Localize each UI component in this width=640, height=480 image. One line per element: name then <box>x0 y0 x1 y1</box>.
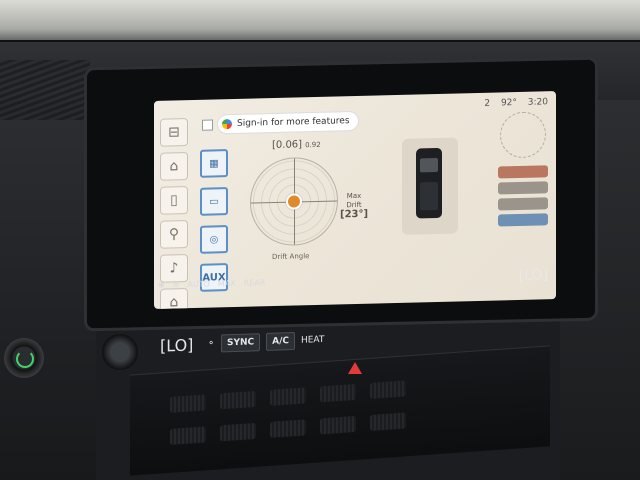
auto-button[interactable]: AUTO <box>187 279 210 289</box>
assistant-signin-chip[interactable]: Sign-in for more features <box>218 111 358 134</box>
info-pill-4 <box>498 213 548 227</box>
vehicle-icon[interactable]: ⊟ <box>160 118 188 147</box>
info-pill-1 <box>498 165 548 179</box>
seat-heat-icon[interactable]: ⚬ <box>207 339 215 349</box>
clock: 3:20 <box>527 97 548 108</box>
info-pill-2 <box>498 181 548 195</box>
left-air-vent <box>0 60 90 120</box>
trailer-icon[interactable]: ▭ <box>200 187 228 216</box>
max-drift-value: [23°] <box>340 208 369 221</box>
switch-9[interactable] <box>320 415 356 435</box>
target-mode-icon[interactable]: ◎ <box>200 225 228 254</box>
drift-angle-label: Drift Angle <box>272 252 310 262</box>
switch-1[interactable] <box>170 394 206 413</box>
hazard-icon[interactable] <box>348 362 362 374</box>
checkbox[interactable] <box>202 119 213 131</box>
vehicle-top-view <box>402 137 458 235</box>
drift-readout: [0.06] 0.92 <box>272 139 321 151</box>
drift-gauge <box>250 156 338 247</box>
power-icon <box>16 350 34 368</box>
location-pin-icon[interactable]: ⚲ <box>160 220 188 249</box>
ac-button[interactable]: A/C <box>266 331 295 351</box>
defrost-icon[interactable]: ≋ <box>173 280 180 289</box>
engine-start-button[interactable] <box>4 338 44 378</box>
status-bar: 2 92° 3:20 <box>476 97 548 109</box>
truck-icon <box>416 147 442 219</box>
phone-icon[interactable]: ▯ <box>160 186 188 215</box>
heat-button[interactable]: HEAT <box>301 335 324 346</box>
switch-7[interactable] <box>220 422 256 442</box>
volume-level: 2 <box>484 98 491 109</box>
switch-panel <box>130 345 550 476</box>
truck-glass <box>420 157 438 173</box>
gauge-indicator <box>288 195 300 208</box>
rear-button[interactable]: REAR <box>244 278 266 288</box>
dashboard-left <box>0 120 96 480</box>
max-button[interactable]: MAX <box>218 278 236 287</box>
truck-bed <box>420 181 438 211</box>
max-drift: Max Drift [23°] <box>340 191 369 221</box>
assistant-icon <box>222 119 232 130</box>
switch-10[interactable] <box>370 412 406 431</box>
switch-2[interactable] <box>220 390 256 410</box>
camera-view-icon[interactable]: ▦ <box>200 149 228 178</box>
drift-secondary: 0.92 <box>305 140 321 150</box>
outside-temp: 92° <box>500 98 517 109</box>
switch-8[interactable] <box>270 419 306 438</box>
compass-dial <box>500 111 546 159</box>
left-temp: [LO] <box>160 334 194 356</box>
switch-3[interactable] <box>270 387 306 406</box>
drift-value: [0.06] <box>272 139 303 152</box>
car-front-icon[interactable]: ⌂ <box>160 152 188 181</box>
right-temp: [LO] <box>518 267 548 284</box>
sync-button[interactable]: SYNC <box>220 333 261 353</box>
switch-6[interactable] <box>170 426 206 445</box>
info-pill-3 <box>498 197 548 211</box>
volume-knob[interactable] <box>102 334 138 370</box>
fan-icon[interactable]: ✱ <box>158 280 165 289</box>
signin-text: Sign-in for more features <box>237 116 350 129</box>
info-stack <box>498 165 548 230</box>
switch-5[interactable] <box>370 380 406 399</box>
switch-4[interactable] <box>320 383 356 403</box>
max-drift-label: Max Drift <box>346 191 362 210</box>
